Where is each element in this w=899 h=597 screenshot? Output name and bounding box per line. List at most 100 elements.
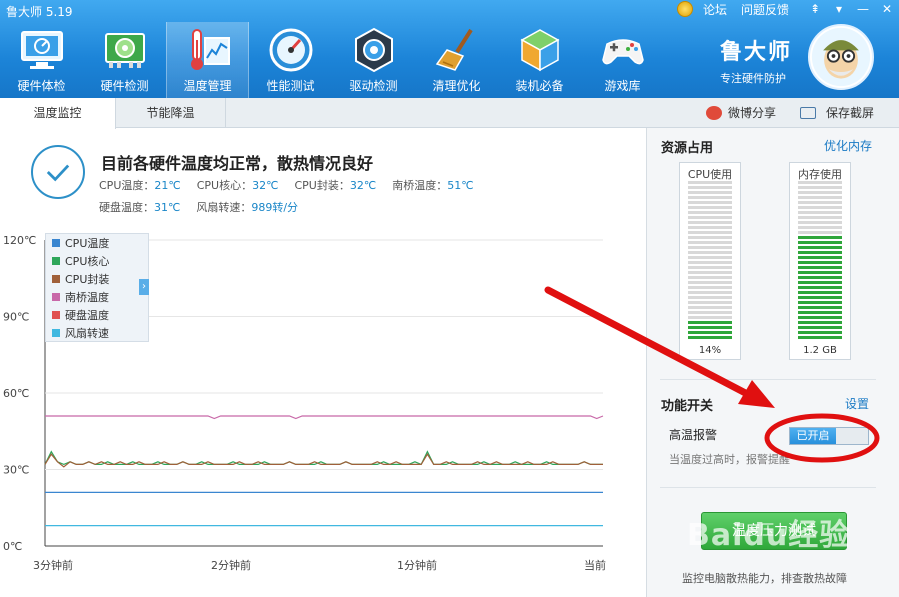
usage-bar-segment [688, 231, 732, 234]
status-title: 目前各硬件温度均正常，散热情况良好 [101, 154, 374, 173]
usage-bar-segment [688, 256, 732, 259]
broom-icon [435, 28, 473, 71]
settings-link[interactable]: 设置 [845, 395, 869, 412]
tool-performance-test[interactable]: 性能测试 [249, 22, 332, 98]
medal-icon[interactable] [676, 1, 693, 17]
usage-bar-segment [798, 206, 842, 209]
usage-bar-segment [688, 321, 732, 324]
legend-swatch [52, 311, 60, 319]
tool-label: 性能测试 [266, 79, 315, 93]
feedback-link[interactable]: 问题反馈 [741, 1, 789, 18]
usage-bar-segment [798, 311, 842, 314]
memory-usage-label: 内存使用 [798, 168, 842, 181]
gear-chip-icon [355, 27, 393, 73]
usage-bar-segment [688, 196, 732, 199]
tool-hardware-checkup[interactable]: 硬件体检 [0, 22, 83, 98]
tool-temperature-management[interactable]: 温度管理 [166, 22, 249, 98]
reading-fan-speed: 风扇转速：989转/分 [196, 201, 299, 214]
tool-clean-optimize[interactable]: 清理优化 [415, 22, 498, 98]
usage-bar-segment [798, 241, 842, 244]
tool-game-library[interactable]: 游戏库 [581, 22, 664, 98]
y-tick-label: 30℃ [3, 464, 29, 477]
cpu-usage-label: CPU使用 [687, 168, 733, 181]
thermometer-icon [191, 29, 230, 70]
skin-icon[interactable]: ⇞ [803, 2, 827, 16]
legend-item[interactable]: 风扇转速 [46, 324, 148, 342]
legend-collapse-chevron-icon[interactable]: › [139, 279, 149, 295]
tool-label: 硬件检测 [100, 79, 149, 93]
usage-bar-segment [798, 221, 842, 224]
usage-bar-segment [688, 326, 732, 329]
close-icon[interactable]: ✕ [875, 2, 899, 16]
tool-hardware-detect[interactable]: 硬件检测 [83, 22, 166, 98]
legend-item[interactable]: CPU温度 [46, 234, 148, 252]
menu-icon[interactable]: ▾ [827, 2, 851, 16]
high-temp-alarm-label: 高温报警 [669, 428, 718, 442]
speedometer-icon [269, 28, 313, 72]
usage-bar-segment [798, 301, 842, 304]
forum-link[interactable]: 论坛 [703, 1, 727, 18]
save-screenshot-label: 保存截屏 [826, 106, 875, 120]
usage-bar-segment [798, 266, 842, 269]
usage-bar-segment [688, 296, 732, 299]
tab-temp-monitor[interactable]: 温度监控 [0, 98, 116, 129]
weibo-share-button[interactable]: 微博分享 [706, 104, 776, 121]
legend-swatch [52, 329, 60, 337]
tool-label: 装机必备 [515, 79, 564, 93]
legend-item[interactable]: 硬盘温度 [46, 306, 148, 324]
tool-label: 硬件体检 [17, 79, 66, 93]
legend-item[interactable]: 南桥温度 [46, 288, 148, 306]
avatar[interactable] [808, 24, 874, 90]
cpu-usage-bars [688, 181, 732, 341]
minimize-icon[interactable]: — [851, 2, 875, 16]
usage-bar-segment [688, 301, 732, 304]
usage-bar-segment [798, 281, 842, 284]
reading-cpu-temp: CPU温度：21℃ [99, 179, 181, 192]
reading-cpu-package: CPU封装：32℃ [294, 179, 377, 192]
usage-bar-segment [798, 336, 842, 339]
tool-label: 温度管理 [183, 79, 232, 93]
save-screenshot-button[interactable]: 保存截屏 [800, 104, 874, 121]
tool-label: 驱动检测 [349, 79, 398, 93]
temperature-readouts: CPU温度：21℃ CPU核心：32℃ CPU封装：32℃ 南桥温度：51℃ 硬… [99, 177, 619, 221]
cube-icon [520, 29, 560, 72]
usage-bar-segment [798, 196, 842, 199]
high-temp-alarm-toggle[interactable]: 已开启 [789, 427, 869, 445]
tool-driver-detect[interactable]: 驱动检测 [332, 22, 415, 98]
usage-bar-segment [688, 316, 732, 319]
usage-bar-segment [798, 286, 842, 289]
usage-bar-segment [688, 276, 732, 279]
high-temp-alarm-description: 当温度过高时，报警提醒 [669, 453, 790, 466]
series-line [44, 453, 603, 468]
toggle-on-state: 已开启 [790, 428, 836, 444]
usage-bar-segment [798, 276, 842, 279]
tab-energy-saving[interactable]: 节能降温 [116, 98, 226, 128]
usage-bar-segment [688, 336, 732, 339]
sub-tab-bar: 温度监控 节能降温 微博分享 保存截屏 [0, 98, 899, 129]
resources-title: 资源占用 [661, 141, 714, 156]
chart-legend: CPU温度 CPU核心 CPU封装 南桥温度 硬盘温度 风扇转速 [45, 233, 149, 342]
usage-bar-segment [798, 236, 842, 239]
usage-bar-segment [798, 291, 842, 294]
legend-item[interactable]: CPU核心 [46, 252, 148, 270]
usage-bar-segment [688, 331, 732, 334]
main-toolbar: 硬件体检 硬件检测 温度管理 性能测试 驱动检测 清理优化 装机必备 游戏库 [0, 22, 664, 98]
legend-item[interactable]: CPU封装 [46, 270, 148, 288]
y-tick-label: 60℃ [3, 387, 29, 400]
divider [660, 379, 876, 380]
usage-bar-segment [798, 321, 842, 324]
brand-name: 鲁大师 [720, 40, 793, 65]
usage-bar-segment [688, 306, 732, 309]
usage-bar-segment [798, 191, 842, 194]
optimize-memory-link[interactable]: 优化内存 [824, 137, 872, 154]
usage-bar-segment [688, 211, 732, 214]
tool-install-essentials[interactable]: 装机必备 [498, 22, 581, 98]
memory-usage-value: 1.2 GB [803, 345, 837, 356]
camera-icon [800, 106, 816, 119]
usage-bar-segment [688, 246, 732, 249]
usage-bar-segment [688, 216, 732, 219]
usage-bar-segment [688, 241, 732, 244]
y-tick-label: 90℃ [3, 311, 29, 324]
usage-bar-segment [798, 226, 842, 229]
usage-bar-segment [798, 231, 842, 234]
